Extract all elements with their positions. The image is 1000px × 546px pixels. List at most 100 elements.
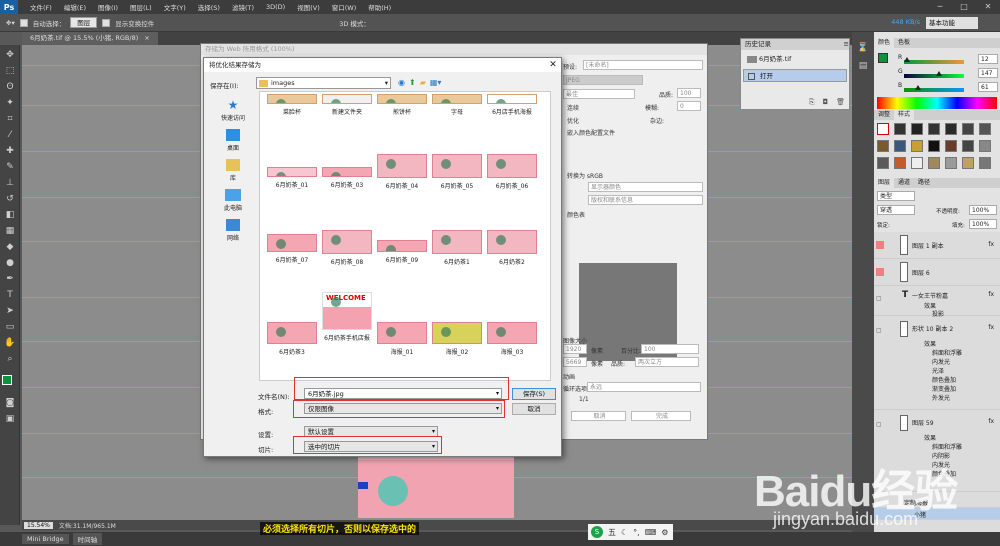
brush-tool-icon[interactable]: ✎: [4, 161, 16, 173]
visibility-icon[interactable]: [876, 268, 884, 276]
blur-tool-icon[interactable]: ◆: [4, 241, 16, 253]
tab-swatches[interactable]: 色板: [894, 38, 914, 48]
settings-icon[interactable]: ⚙: [661, 528, 668, 537]
menu-help[interactable]: 帮助(H): [362, 2, 397, 12]
sfw-percent-input[interactable]: 100: [641, 344, 699, 354]
style-swatch[interactable]: [877, 123, 889, 135]
sfw-embed-profile[interactable]: 嵌入颜色配置文件: [567, 128, 615, 137]
foreground-color-swatch[interactable]: [2, 375, 12, 385]
file-item[interactable]: 海报_02: [429, 322, 485, 356]
menu-filter[interactable]: 滤镜(T): [226, 2, 260, 12]
show-transform-checkbox[interactable]: [102, 18, 111, 27]
sfw-quality2-dropdown[interactable]: 两次立方: [635, 357, 699, 367]
workspace-dropdown[interactable]: 基本功能: [926, 17, 978, 29]
style-swatch[interactable]: [962, 123, 974, 135]
moon-icon[interactable]: ☾: [621, 528, 628, 537]
color-spectrum[interactable]: [877, 97, 997, 109]
healing-brush-icon[interactable]: ✚: [4, 145, 16, 157]
sfw-preset-dropdown[interactable]: [未命名]: [583, 60, 703, 70]
style-swatch[interactable]: [894, 123, 906, 135]
menu-window[interactable]: 窗口(W): [326, 2, 363, 12]
properties-panel-icon[interactable]: ▤: [857, 60, 869, 72]
slider-knob[interactable]: [935, 71, 942, 76]
sfw-width-input[interactable]: 1920: [563, 344, 587, 354]
layer-row[interactable]: 图层 1 副本 fx: [874, 232, 1000, 259]
visibility-icon[interactable]: ▢: [876, 421, 884, 429]
file-item[interactable]: 6月奶茶_09: [374, 240, 430, 264]
layer-kind-filter[interactable]: 类型: [877, 191, 915, 201]
file-item[interactable]: 新建文件夹: [319, 94, 375, 116]
up-folder-icon[interactable]: ⬆: [409, 78, 416, 87]
history-snapshot[interactable]: 6月奶茶.tif: [743, 53, 847, 66]
b-slider[interactable]: [904, 85, 964, 92]
menu-layer[interactable]: 图层(L): [124, 2, 158, 12]
style-swatch[interactable]: [894, 157, 906, 169]
new-folder-icon[interactable]: ▰: [420, 78, 426, 87]
style-swatch[interactable]: [877, 157, 889, 169]
tab-styles[interactable]: 样式: [894, 110, 915, 120]
file-item[interactable]: 6月奶茶_01: [264, 167, 320, 189]
zoom-level[interactable]: 15.54%: [24, 521, 53, 529]
file-item[interactable]: 6月奶茶_03: [319, 167, 375, 189]
close-window-button[interactable]: ✕: [976, 0, 1000, 14]
style-swatch[interactable]: [979, 157, 991, 169]
hand-tool-icon[interactable]: ✋: [4, 337, 16, 349]
tab-mini-bridge[interactable]: Mini Bridge: [22, 534, 69, 544]
g-slider[interactable]: [904, 71, 964, 78]
layer-row[interactable]: ▢ 形状 10 副本 2 fx 效果 斜面和浮雕 内发光 光泽 颜色叠加 渐变叠…: [874, 318, 1000, 410]
menu-type[interactable]: 文字(Y): [158, 2, 192, 12]
file-item[interactable]: 6月店手机海报: [484, 94, 540, 116]
menu-view[interactable]: 视图(V): [291, 2, 326, 12]
back-icon[interactable]: ◉: [398, 78, 405, 87]
menu-3d[interactable]: 3D(D): [260, 3, 291, 11]
zoom-tool-icon[interactable]: ⌕: [4, 353, 16, 365]
magic-wand-icon[interactable]: ✦: [4, 97, 16, 109]
menu-edit[interactable]: 编辑(E): [58, 2, 92, 12]
place-desktop[interactable]: 桌面: [208, 129, 258, 152]
tab-color[interactable]: 颜色: [874, 38, 895, 48]
stamp-tool-icon[interactable]: ⊥: [4, 177, 16, 189]
sfw-preview-dropdown[interactable]: 显示器颜色: [588, 182, 703, 192]
lasso-tool-icon[interactable]: ʘ: [4, 81, 16, 93]
sfw-loop-dropdown[interactable]: 永远: [587, 382, 701, 392]
place-this-pc[interactable]: 此电脑: [208, 189, 258, 212]
r-value[interactable]: 12: [978, 54, 998, 64]
style-swatch[interactable]: [979, 123, 991, 135]
file-item[interactable]: 海报_01: [374, 322, 430, 356]
slider-knob[interactable]: [915, 85, 922, 90]
save-in-dropdown[interactable]: images ▾: [256, 77, 391, 89]
file-item[interactable]: 字母: [429, 94, 485, 116]
style-swatch[interactable]: [928, 157, 940, 169]
fill-input[interactable]: 100%: [969, 219, 997, 229]
file-item[interactable]: 海报_03: [484, 322, 540, 356]
move-tool-icon[interactable]: ✥▾: [6, 19, 15, 27]
place-network[interactable]: 网络: [208, 219, 258, 242]
document-tab-close[interactable]: ×: [144, 32, 149, 45]
tab-adjustments[interactable]: 调整: [874, 110, 894, 120]
r-slider[interactable]: [904, 57, 964, 64]
file-item[interactable]: 6月奶茶1: [429, 230, 485, 266]
file-item[interactable]: 煎饼杯: [374, 94, 430, 116]
sfw-optimize[interactable]: 优化: [567, 116, 579, 125]
blend-mode-dropdown[interactable]: 穿透: [877, 205, 915, 215]
auto-select-checkbox[interactable]: [19, 18, 28, 27]
dodge-tool-icon[interactable]: ●: [4, 257, 16, 269]
cancel-button[interactable]: 取消: [512, 403, 556, 415]
type-tool-icon[interactable]: T: [4, 289, 16, 301]
file-item[interactable]: 6月奶茶_06: [484, 154, 540, 190]
style-swatch[interactable]: [911, 140, 923, 152]
eyedropper-icon[interactable]: ⁄: [4, 129, 16, 141]
sfw-done-button[interactable]: 完成: [631, 411, 691, 421]
sfw-metadata-dropdown[interactable]: 版权和联系信息: [588, 195, 703, 205]
g-value[interactable]: 147: [978, 68, 998, 78]
menu-file[interactable]: 文件(F): [24, 2, 58, 12]
visibility-icon[interactable]: ▢: [876, 295, 884, 303]
style-swatch[interactable]: [945, 123, 957, 135]
file-item[interactable]: 6月奶茶_04: [374, 154, 430, 190]
document-tab[interactable]: 6月奶茶.tif @ 15.5% (小猪, RGB/8) ×: [22, 32, 158, 45]
new-doc-icon[interactable]: ⎘: [809, 98, 815, 107]
auto-select-dropdown[interactable]: 图层: [70, 17, 98, 28]
style-swatch[interactable]: [894, 140, 906, 152]
place-library[interactable]: 库: [208, 159, 258, 182]
file-item[interactable]: 6月奶茶2: [484, 230, 540, 266]
